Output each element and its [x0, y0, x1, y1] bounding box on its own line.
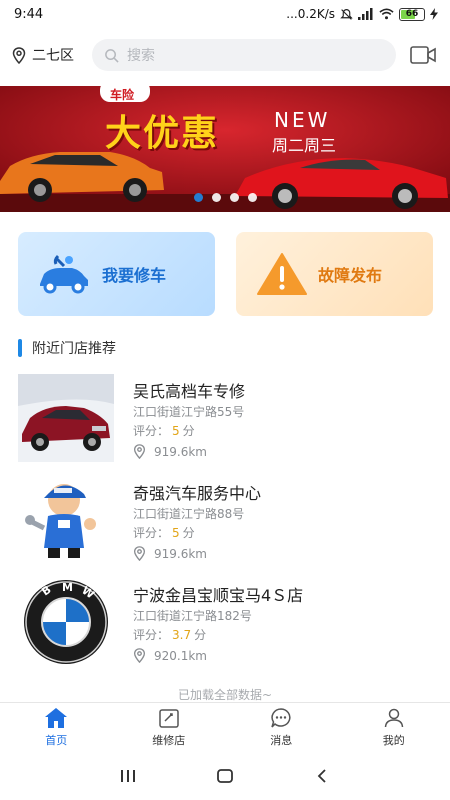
location-pin-icon [133, 444, 146, 459]
shop-distance: 919.6km [133, 546, 207, 561]
profile-icon [384, 708, 403, 728]
banner-dot[interactable] [247, 193, 257, 202]
tab-repair-shop[interactable]: 维修店 [113, 703, 226, 752]
section-heading: 附近门店推荐 [18, 338, 116, 358]
tab-profile[interactable]: 我的 [338, 703, 450, 752]
shop-name: 奇强汽车服务中心 [133, 484, 262, 503]
status-time: 9:44 [14, 6, 44, 22]
tab-label: 消息 [270, 734, 293, 747]
top-bar: 二七区 搜索 [0, 32, 450, 78]
tab-messages[interactable]: 消息 [225, 703, 338, 752]
network-speed: ...0.2K/s [286, 7, 335, 21]
shop-thumbnail: B M W [18, 578, 114, 666]
repair-car-label: 我要修车 [102, 266, 167, 285]
video-button[interactable] [408, 45, 438, 65]
rating-label: 评分： [133, 424, 170, 438]
shop-icon [159, 709, 179, 728]
shop-name: 宁波金昌宝顺宝马4Ｓ店 [133, 586, 304, 605]
banner-days: 周二周三 [272, 136, 337, 155]
search-bar[interactable]: 搜索 [92, 39, 396, 71]
fault-report-button[interactable]: 故障发布 [236, 232, 433, 316]
tab-label: 维修店 [152, 734, 186, 747]
search-icon [105, 48, 119, 63]
home-icon [45, 708, 68, 728]
location-pin-icon [133, 546, 146, 561]
back-icon[interactable] [313, 768, 331, 784]
bmw-logo: B M W [18, 578, 114, 666]
shop-name: 吴氏高档车专修 [133, 382, 246, 401]
shop-distance: 919.6km [133, 444, 207, 459]
mute-icon [340, 8, 353, 20]
location-pin-icon [133, 648, 146, 663]
system-nav-bar [0, 752, 450, 800]
section-title: 附近门店推荐 [32, 341, 116, 357]
rating-label: 评分： [133, 526, 170, 540]
shop-address: 江口街道江宁路88号 [133, 507, 245, 521]
location-selector[interactable]: 二七区 [12, 45, 92, 65]
recent-apps-icon[interactable] [119, 768, 137, 784]
rating-unit: 分 [182, 424, 195, 438]
distance-value: 920.1km [154, 648, 207, 663]
shop-rating: 评分： 3.7 分 [133, 626, 206, 643]
action-cards: 我要修车 故障发布 [18, 232, 433, 316]
banner-new: NEW [274, 108, 331, 132]
car-repair-icon [40, 254, 88, 294]
shop-rating: 评分： 5 分 [133, 524, 195, 541]
list-item[interactable]: B M W 宁波金昌宝顺宝马4Ｓ店 江口街道江宁路182号 评分： 3.7 分 92… [18, 578, 433, 672]
warning-icon [257, 253, 307, 295]
status-icons: ...0.2K/s 66 [286, 7, 438, 21]
shop-address: 江口街道江宁路55号 [133, 405, 245, 419]
rating-score: 5 [172, 526, 180, 540]
promo-banner[interactable]: 车险 大优惠 NEW 周二周三 [0, 86, 450, 212]
rating-unit: 分 [182, 526, 195, 540]
tab-home[interactable]: 首页 [0, 703, 113, 752]
rating-label: 评分： [133, 628, 170, 642]
distance-value: 919.6km [154, 546, 207, 561]
location-pin-icon [12, 46, 26, 64]
repair-car-button[interactable]: 我要修车 [18, 232, 215, 316]
shop-distance: 920.1km [133, 648, 207, 663]
shop-address: 江口街道江宁路182号 [133, 609, 252, 623]
fault-report-label: 故障发布 [318, 266, 383, 285]
shop-thumbnail [18, 374, 114, 462]
banner-dot[interactable] [211, 193, 221, 202]
message-icon [271, 708, 291, 728]
list-item[interactable]: 奇强汽车服务中心 江口街道江宁路88号 评分： 5 分 919.6km [18, 476, 433, 570]
wifi-icon [379, 8, 394, 20]
signal-icon [358, 8, 373, 20]
status-bar: 9:44 ...0.2K/s 66 [0, 0, 450, 28]
tab-label: 我的 [382, 734, 405, 747]
home-nav-icon[interactable] [216, 768, 234, 784]
load-complete-note: 已加载全部数据~ [177, 688, 273, 702]
section-accent-bar [18, 339, 22, 357]
svg-text:M: M [62, 581, 73, 594]
banner-dot[interactable] [229, 193, 239, 202]
distance-value: 919.6km [154, 444, 207, 459]
banner-headline: 大优惠 [105, 113, 220, 154]
rating-score: 5 [172, 424, 180, 438]
shop-rating: 评分： 5 分 [133, 422, 195, 439]
battery-icon: 66 [399, 7, 425, 21]
rating-unit: 分 [194, 628, 207, 642]
rating-score: 3.7 [172, 628, 192, 642]
charging-icon [430, 8, 438, 20]
video-camera-icon [410, 46, 436, 64]
banner-dot[interactable] [193, 193, 203, 202]
shop-thumbnail [18, 476, 114, 564]
banner-tag: 车险 [110, 88, 135, 102]
tab-label: 首页 [45, 734, 68, 747]
list-item[interactable]: 吴氏高档车专修 江口街道江宁路55号 评分： 5 分 919.6km [18, 374, 433, 468]
bottom-tab-bar: 首页 维修店 消息 我的 [0, 702, 450, 752]
banner-pagination [0, 193, 450, 202]
location-label: 二七区 [32, 48, 74, 64]
search-placeholder: 搜索 [127, 48, 155, 64]
